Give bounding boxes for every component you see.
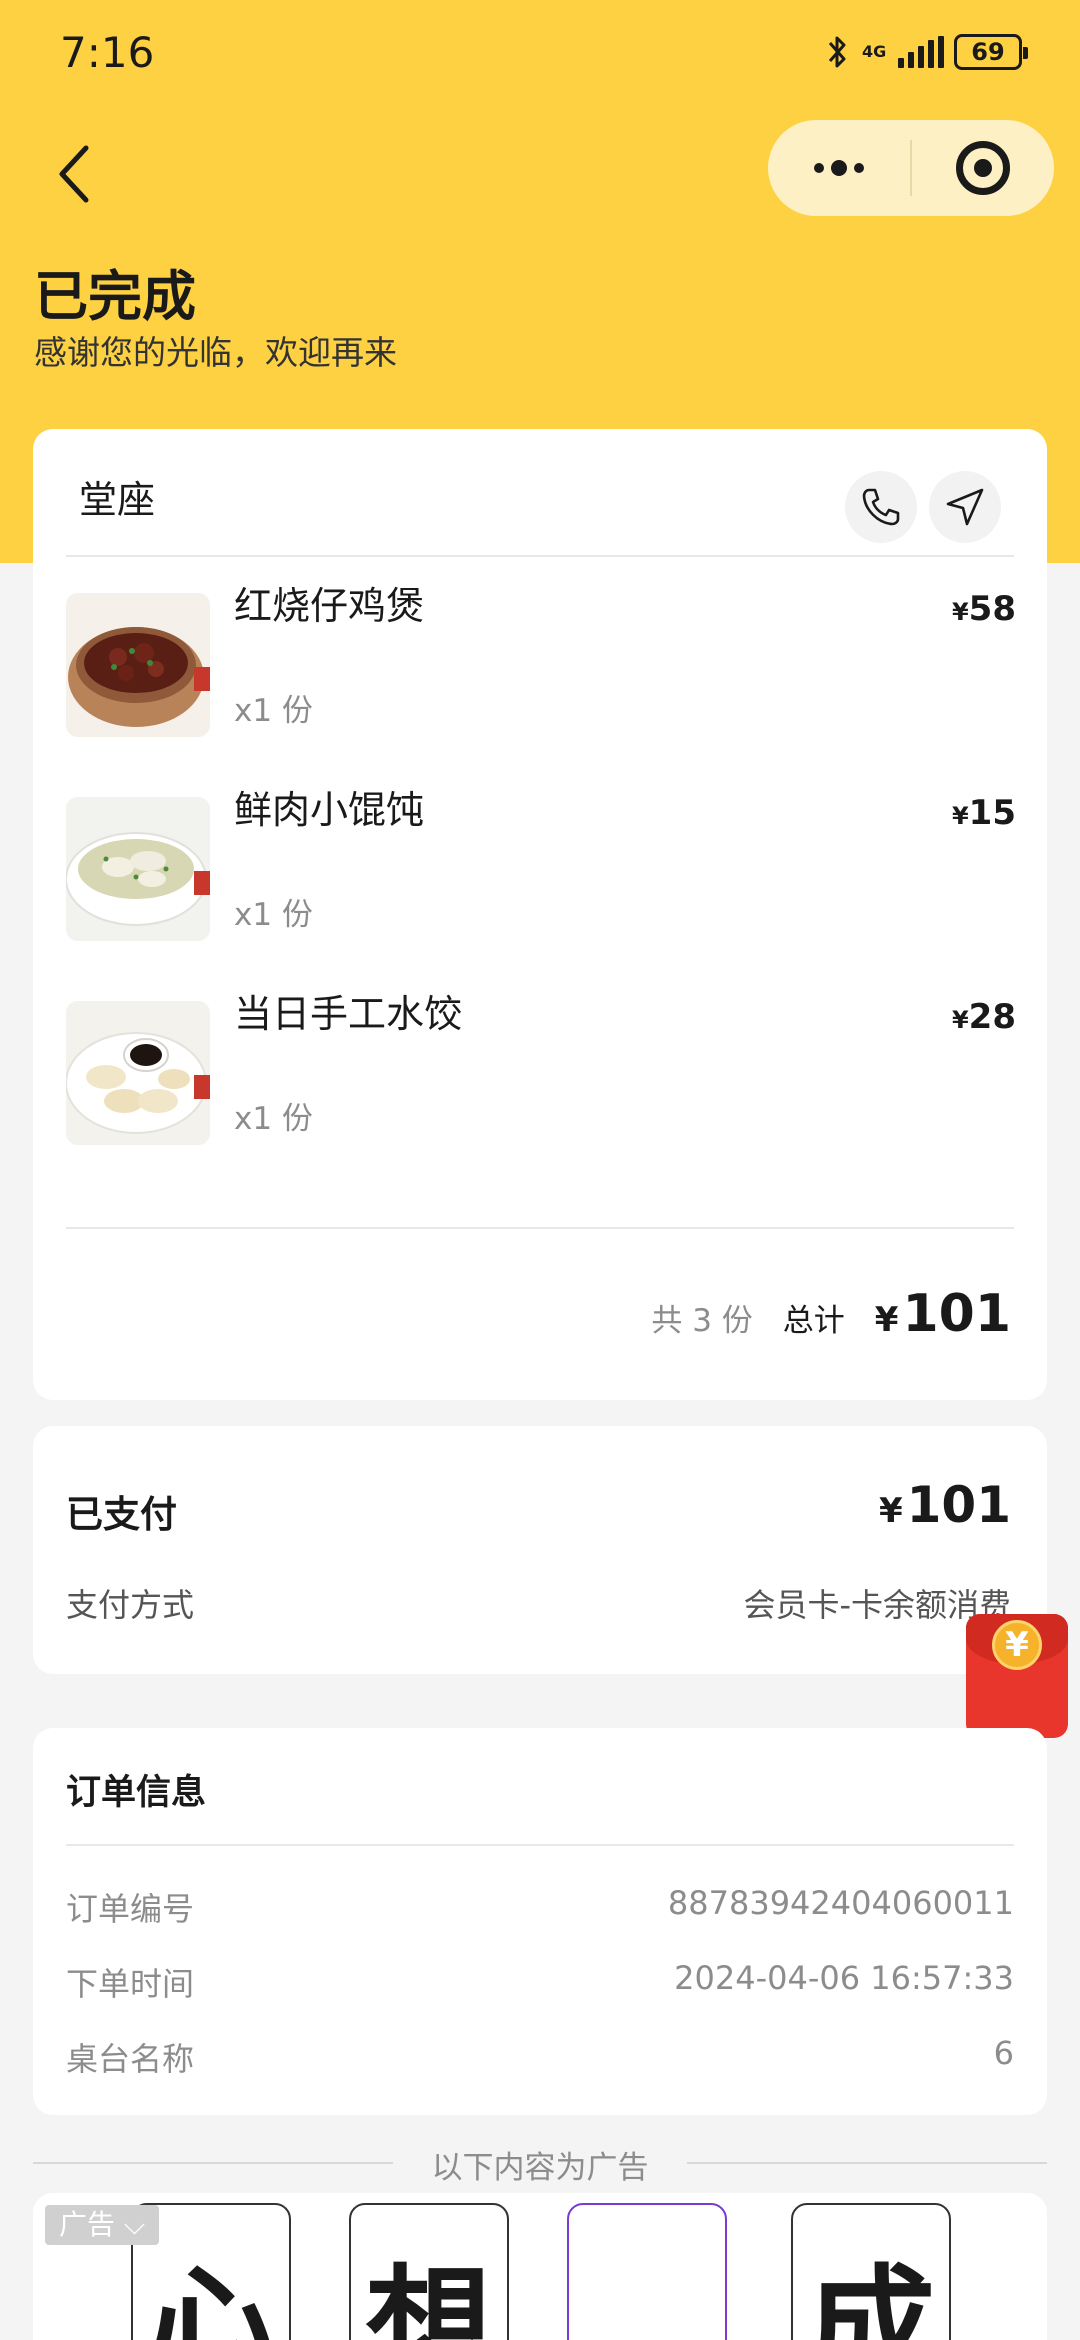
battery-icon: 69 (954, 34, 1028, 70)
status-time: 7:16 (60, 28, 155, 77)
order-summary: 共 3 份 总计 ¥101 (651, 1284, 1011, 1344)
list-item: 当日手工水饺 x1 份 ¥28 (66, 983, 1016, 1145)
dish-price: ¥15 (952, 793, 1016, 833)
ad-banner[interactable]: 心 想 成 广告 ⌵ (33, 2193, 1047, 2340)
ad-tile (567, 2203, 727, 2340)
phone-icon (862, 488, 900, 526)
more-dot-icon (814, 163, 824, 173)
items-summary-divider (66, 1227, 1014, 1229)
table-name-row: 桌台名称 6 (66, 2034, 1014, 2078)
order-number-label: 订单编号 (66, 1890, 195, 1928)
yuan-coin-icon: ¥ (992, 1620, 1042, 1670)
status-bar: 7:16 4G 69 (0, 0, 1080, 110)
dish-price-value: 58 (968, 589, 1016, 629)
battery-level: 69 (971, 38, 1005, 66)
dish-price: ¥28 (952, 997, 1016, 1037)
call-store-button[interactable] (845, 471, 917, 543)
more-dot-icon (854, 163, 864, 173)
total-value: 101 (902, 1284, 1011, 1344)
order-items-card: 堂座 红烧仔鸡煲 x1 份 ¥58 鲜肉小馄饨 x1 份 ¥15 当日手工水饺 … (33, 429, 1047, 1400)
close-miniprogram-button[interactable] (912, 120, 1054, 216)
ad-tag-button[interactable]: 广告 ⌵ (45, 2205, 160, 2245)
chevron-left-icon (59, 145, 89, 203)
more-options-button[interactable] (768, 120, 910, 216)
ad-divider-line-right (687, 2162, 1047, 2164)
signal-icon (898, 36, 944, 68)
target-icon (956, 141, 1010, 195)
wonton-soup-image (66, 797, 210, 941)
list-item: 红烧仔鸡煲 x1 份 ¥58 (66, 575, 1016, 737)
currency-symbol: ¥ (951, 598, 969, 626)
dish-image-dumplings (66, 1001, 210, 1145)
order-time-value: 2024-04-06 16:57:33 (674, 1959, 1014, 1997)
bluetooth-icon (828, 36, 846, 68)
dumplings-image (66, 1001, 210, 1145)
more-dot-icon (831, 160, 847, 176)
ad-tile: 成 (791, 2203, 951, 2340)
dish-image-braised-chicken (66, 593, 210, 737)
claypot-chicken-image (66, 593, 210, 737)
navigate-store-button[interactable] (929, 471, 1001, 543)
order-status-title: 已完成 (34, 265, 196, 328)
list-item: 鲜肉小馄饨 x1 份 ¥15 (66, 779, 1016, 941)
network-type: 4G (862, 42, 887, 61)
back-button[interactable] (44, 134, 104, 214)
dish-image-wonton (66, 797, 210, 941)
dish-price-value: 15 (968, 793, 1016, 833)
total-label: 总计 (782, 1303, 845, 1339)
table-name-value: 6 (993, 2034, 1014, 2072)
dish-price-value: 28 (968, 997, 1016, 1037)
item-count: 共 3 份 (651, 1303, 753, 1339)
ad-tile: 想 (349, 2203, 509, 2340)
currency-symbol: ¥ (951, 802, 969, 830)
ad-divider: 以下内容为广告 (33, 2142, 1047, 2186)
total-amount: ¥101 (875, 1284, 1011, 1344)
order-time-label: 下单时间 (66, 1965, 195, 2003)
order-info-divider (66, 1844, 1014, 1846)
dish-price: ¥58 (952, 589, 1016, 629)
order-number-row: 订单编号 88783942404060011 (66, 1884, 1014, 1928)
dine-type-label: 堂座 (79, 478, 156, 522)
dish-quantity: x1 份 (234, 897, 313, 933)
status-icons: 4G 69 (824, 30, 1028, 74)
table-name-label: 桌台名称 (66, 2040, 195, 2078)
payment-status: 已支付 (66, 1493, 177, 1536)
order-status-subtitle: 感谢您的光临，欢迎再来 (34, 333, 397, 372)
items-header-divider (66, 555, 1014, 557)
red-packet-button[interactable]: ¥ (966, 1614, 1068, 1738)
order-number-value[interactable]: 88783942404060011 (668, 1884, 1014, 1922)
order-info-title: 订单信息 (66, 1773, 207, 1813)
dish-name: 鲜肉小馄饨 (234, 788, 425, 832)
dish-quantity: x1 份 (234, 693, 313, 729)
order-info-card: 订单信息 订单编号 88783942404060011 下单时间 2024-04… (33, 1728, 1047, 2115)
currency-symbol: ¥ (874, 1300, 899, 1340)
paid-amount-value: 101 (906, 1476, 1011, 1534)
payment-card: 已支付 ¥101 支付方式 会员卡-卡余额消费 (33, 1426, 1047, 1674)
dish-name: 当日手工水饺 (234, 992, 463, 1036)
ad-divider-text: 以下内容为广告 (431, 2150, 649, 2186)
dish-name: 红烧仔鸡煲 (234, 584, 425, 628)
payment-method-label: 支付方式 (66, 1586, 195, 1624)
paid-amount: ¥101 (879, 1476, 1011, 1534)
order-time-row: 下单时间 2024-04-06 16:57:33 (66, 1959, 1014, 2003)
currency-symbol: ¥ (878, 1491, 903, 1531)
dish-quantity: x1 份 (234, 1101, 313, 1137)
currency-symbol: ¥ (951, 1006, 969, 1034)
miniprogram-capsule (768, 120, 1054, 216)
navigation-arrow-icon (946, 488, 984, 526)
